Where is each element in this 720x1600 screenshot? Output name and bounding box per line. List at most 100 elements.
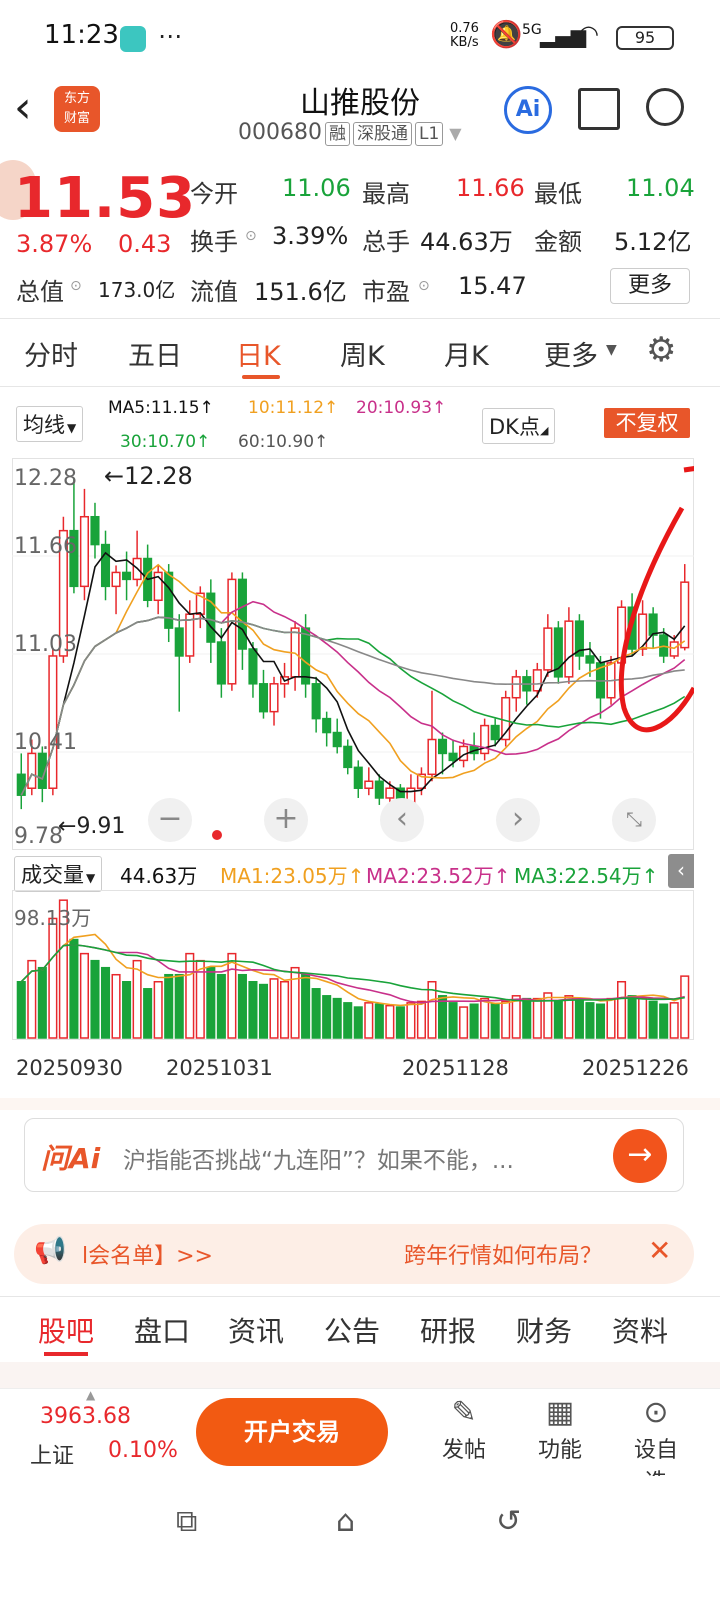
candle-body	[48, 655, 58, 789]
search-icon[interactable]	[646, 88, 684, 126]
candle-body	[585, 655, 595, 664]
edit-icon: ✎	[451, 1395, 477, 1430]
volume-bar	[248, 980, 258, 1039]
amount-label: 金额	[534, 228, 582, 256]
phone-app-icon	[120, 26, 146, 52]
candle-body	[353, 766, 363, 789]
volume-bar	[606, 997, 616, 1039]
ask-ai-bar[interactable]: 问Ai 沪指能否挑战“九连阳”？如果不能，... →	[24, 1118, 684, 1192]
tab-finance[interactable]: 财务	[516, 1310, 572, 1350]
info-icon[interactable]: ⊙	[245, 228, 257, 244]
ma10-value: 10:11.12↑	[248, 398, 339, 418]
gear-icon[interactable]: ⚙	[646, 330, 676, 370]
dk-point-select[interactable]: DK点◢	[482, 408, 556, 444]
collapse-side-icon[interactable]: ‹	[668, 854, 694, 888]
recent-apps-icon[interactable]: ⧉	[176, 1504, 197, 1539]
volume-bar	[364, 1002, 374, 1039]
high-marker: ←12.28	[104, 462, 193, 490]
tab-research[interactable]: 研报	[420, 1310, 476, 1350]
ma20-value: 20:10.93↑	[356, 398, 447, 418]
arrow-right-icon[interactable]: →	[613, 1129, 667, 1183]
ma30-line	[20, 616, 686, 796]
ask-ai-label: 问Ai	[41, 1142, 101, 1175]
home-icon[interactable]: ⌂	[336, 1504, 355, 1539]
ask-ai-question[interactable]: 沪指能否挑战“九连阳”？如果不能，...	[123, 1141, 514, 1175]
caret-up-icon: ▲	[86, 1388, 96, 1402]
chevron-down-icon[interactable]: ▼	[606, 342, 617, 358]
tab-daily-k[interactable]: 日K	[236, 334, 281, 373]
zoom-out-button[interactable]: −	[148, 798, 192, 842]
candle	[437, 732, 448, 775]
candle-body	[511, 676, 521, 699]
post-button[interactable]: ✎ 发帖	[434, 1394, 494, 1464]
volume-chart[interactable]	[12, 890, 694, 1040]
volume-indicator-select[interactable]: 成交量 ▼	[14, 856, 103, 892]
tab-weekly-k[interactable]: 周K	[340, 334, 385, 373]
more-button[interactable]: 更多	[610, 268, 690, 304]
fullscreen-icon[interactable]: ⤡	[612, 798, 656, 842]
close-icon[interactable]: ✕	[648, 1234, 671, 1267]
tab-intraday[interactable]: 分时	[24, 334, 78, 373]
volume-bar	[595, 1003, 606, 1039]
ai-button[interactable]: Ai	[504, 86, 552, 134]
vol-ma3: MA3:22.54万↑	[514, 864, 659, 888]
candle	[258, 669, 269, 719]
open-trade-button[interactable]: 开户交易	[196, 1398, 388, 1466]
date-label: 20251226	[582, 1056, 689, 1080]
price-adjust-button[interactable]: 不复权	[604, 408, 690, 438]
volume-bar	[332, 997, 342, 1039]
ma60-line	[20, 616, 685, 796]
index-name[interactable]: 上证	[30, 1438, 74, 1470]
candle	[501, 690, 511, 747]
candle-body	[322, 717, 332, 734]
volume-bar	[79, 952, 89, 1039]
candle	[100, 530, 111, 601]
notice-banner[interactable]: 📢 l会名单】>> 跨年行情如何布局？ ✕	[14, 1224, 694, 1284]
stock-name: 山推股份	[300, 86, 420, 121]
volume-bar	[437, 995, 448, 1039]
float-value: 151.6亿	[254, 278, 347, 306]
tab-news[interactable]: 资讯	[228, 1310, 284, 1350]
next-button[interactable]: ›	[496, 798, 540, 842]
net-speed: 0.76 KB/s	[450, 21, 479, 50]
more-circle-icon: ⊙	[643, 1395, 669, 1430]
mute-icon: 🔕	[490, 20, 523, 50]
volume-bar	[164, 973, 174, 1039]
candle-body	[248, 648, 258, 685]
back-nav-icon[interactable]: ↺	[496, 1504, 521, 1539]
ma5-value: MA5:11.15↑	[108, 398, 214, 418]
date-label: 20251031	[166, 1056, 273, 1080]
function-button[interactable]: ▦ 功能	[530, 1394, 590, 1464]
tab-5day[interactable]: 五日	[128, 334, 182, 373]
tab-monthly-k[interactable]: 月K	[444, 334, 489, 373]
volume-bar	[669, 1002, 679, 1039]
dropdown-icon[interactable]: ▼	[449, 124, 461, 143]
candle-body	[79, 515, 89, 588]
prev-button[interactable]: ‹	[380, 798, 424, 842]
index-change[interactable]: 0.10%	[108, 1438, 178, 1463]
candle-body	[648, 613, 658, 636]
share-icon[interactable]	[578, 88, 620, 130]
volume-value: 44.63万	[420, 228, 513, 256]
volume-bar	[638, 997, 648, 1039]
indicator-select[interactable]: 均线 ▼	[16, 406, 84, 442]
back-icon[interactable]: ‹	[14, 86, 32, 130]
info-icon[interactable]: ⊙	[70, 278, 82, 294]
stock-code-line: 000680 融深股通 L1 ▼	[238, 120, 462, 146]
candle	[132, 530, 142, 587]
candlestick-chart[interactable]	[12, 458, 694, 850]
notice-left-text[interactable]: l会名单】>>	[82, 1238, 213, 1270]
tab-forum[interactable]: 股吧	[38, 1310, 94, 1350]
notice-right-text[interactable]: 跨年行情如何布局？	[404, 1238, 602, 1270]
zoom-in-button[interactable]: +	[264, 798, 308, 842]
volume-bar	[174, 973, 184, 1039]
index-value[interactable]: 3963.68	[40, 1404, 131, 1429]
info-icon[interactable]: ⊙	[418, 278, 430, 294]
candle-body	[90, 515, 100, 546]
tab-order-book[interactable]: 盘口	[134, 1310, 190, 1350]
tab-announcements[interactable]: 公告	[324, 1310, 380, 1350]
tab-more[interactable]: 更多	[544, 334, 598, 373]
volume-bar	[480, 997, 490, 1039]
candle-body	[427, 738, 437, 776]
tab-profile[interactable]: 资料	[612, 1310, 668, 1350]
